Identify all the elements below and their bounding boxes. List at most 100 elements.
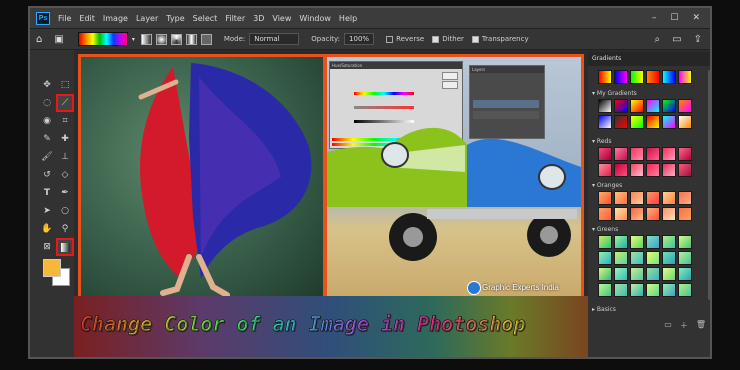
marquee-icon[interactable]: ⬚	[58, 78, 72, 92]
gradient-preset[interactable]	[630, 235, 644, 249]
gradient-preset[interactable]	[614, 207, 628, 221]
gradient-preset[interactable]	[614, 99, 628, 113]
gradient-preset[interactable]	[598, 283, 612, 297]
gradient-preset[interactable]	[598, 235, 612, 249]
gradient-icon[interactable]	[56, 238, 74, 256]
gradient-preset[interactable]	[678, 235, 692, 249]
maximize-button[interactable]: ☐	[670, 13, 678, 23]
angle-gradient-icon[interactable]	[170, 33, 182, 45]
dither-checkbox[interactable]: Dither	[432, 35, 464, 43]
gradient-preset[interactable]	[630, 163, 644, 177]
gradient-preset[interactable]	[614, 191, 628, 205]
gradient-preset[interactable]	[598, 70, 612, 84]
gradient-preset[interactable]	[614, 147, 628, 161]
gradient-preset[interactable]	[662, 191, 676, 205]
gradient-preset[interactable]	[614, 267, 628, 281]
gradient-preset[interactable]	[662, 163, 676, 177]
gradient-preset[interactable]	[614, 283, 628, 297]
history-brush-icon[interactable]: ↺	[40, 168, 54, 182]
gradient-preset[interactable]	[646, 235, 660, 249]
gradient-preset[interactable]	[646, 251, 660, 265]
gradient-preset[interactable]	[678, 267, 692, 281]
group-basics[interactable]: ▸ Basics	[592, 306, 616, 313]
diamond-gradient-icon[interactable]	[200, 33, 212, 45]
menu-edit[interactable]: Edit	[79, 14, 95, 23]
hand-icon[interactable]: ✋	[40, 222, 54, 236]
search-icon[interactable]: ⌕	[655, 34, 661, 45]
menu-type[interactable]: Type	[166, 14, 184, 23]
gradient-preset[interactable]	[614, 251, 628, 265]
transparency-checkbox[interactable]: Transparency	[471, 35, 529, 43]
chevron-down-icon[interactable]: ▾	[132, 36, 135, 43]
trash-icon[interactable]: 🗑	[696, 320, 706, 334]
gradient-preset[interactable]	[630, 283, 644, 297]
gradient-preset[interactable]	[662, 70, 676, 84]
gradient-preset[interactable]	[662, 207, 676, 221]
gradient-preset[interactable]	[630, 267, 644, 281]
group-reds[interactable]: ▾ Reds	[592, 138, 611, 145]
workspace-icon[interactable]: ▭	[672, 34, 681, 45]
gradient-preset[interactable]	[678, 207, 692, 221]
menu-help[interactable]: Help	[339, 14, 357, 23]
eraser-icon[interactable]: ◇	[58, 168, 72, 182]
gradient-preset[interactable]	[630, 147, 644, 161]
tab-gradients[interactable]: Gradients	[588, 52, 710, 66]
menu-window[interactable]: Window	[299, 14, 331, 23]
mode-select[interactable]: Normal	[249, 33, 300, 45]
menu-3d[interactable]: 3D	[253, 14, 264, 23]
tool-preset-icon[interactable]: ▣	[54, 34, 63, 45]
zoom-icon[interactable]: ⚲	[58, 222, 72, 236]
gradient-preset[interactable]	[678, 251, 692, 265]
gradient-preset[interactable]	[646, 207, 660, 221]
home-icon[interactable]: ⌂	[36, 34, 42, 45]
shape-icon[interactable]: ○	[58, 204, 72, 218]
gradient-preset[interactable]	[662, 283, 676, 297]
quick-select-icon[interactable]: ◉	[40, 114, 54, 128]
gradient-swatch[interactable]	[77, 32, 128, 46]
share-icon[interactable]: ⇪	[694, 34, 702, 45]
menu-file[interactable]: File	[58, 14, 71, 23]
gradient-preset[interactable]	[646, 99, 660, 113]
menu-select[interactable]: Select	[193, 14, 218, 23]
gradient-preset[interactable]	[614, 235, 628, 249]
type-icon[interactable]: T	[40, 186, 54, 200]
group-greens[interactable]: ▾ Greens	[592, 226, 618, 233]
pen-icon[interactable]: ✒	[58, 186, 72, 200]
crop-icon[interactable]: ⌗	[58, 114, 72, 128]
gradient-preset[interactable]	[646, 147, 660, 161]
gradient-preset[interactable]	[678, 115, 692, 129]
gradient-preset[interactable]	[614, 115, 628, 129]
close-button[interactable]: ✕	[692, 13, 700, 23]
gradient-preset[interactable]	[598, 191, 612, 205]
gradient-preset[interactable]	[662, 115, 676, 129]
gradient-preset[interactable]	[598, 251, 612, 265]
gradient-preset[interactable]	[646, 163, 660, 177]
path-select-icon[interactable]: ➤	[40, 204, 54, 218]
group-my-gradients[interactable]: ▾ My Gradients	[592, 90, 637, 97]
gradient-preset[interactable]	[630, 191, 644, 205]
menu-layer[interactable]: Layer	[136, 14, 158, 23]
gradient-preset[interactable]	[662, 147, 676, 161]
gradient-preset[interactable]	[646, 191, 660, 205]
gradient-preset[interactable]	[662, 267, 676, 281]
opacity-input[interactable]: 100%	[344, 33, 375, 45]
menu-image[interactable]: Image	[103, 14, 128, 23]
gradient-preset[interactable]	[598, 207, 612, 221]
frame-icon[interactable]: ⊠	[40, 240, 54, 254]
reverse-checkbox[interactable]: Reverse	[386, 35, 424, 43]
panel-scrollbar[interactable]	[708, 70, 710, 300]
gradient-preset[interactable]	[678, 191, 692, 205]
gradient-preset[interactable]	[630, 70, 644, 84]
reflected-gradient-icon[interactable]	[185, 33, 197, 45]
gradient-preset[interactable]	[678, 99, 692, 113]
gradient-preset[interactable]	[630, 115, 644, 129]
foreground-color-swatch[interactable]	[43, 259, 61, 277]
gradient-preset[interactable]	[598, 115, 612, 129]
gradient-preset[interactable]	[662, 99, 676, 113]
gradient-preset[interactable]	[678, 283, 692, 297]
gradient-preset[interactable]	[646, 70, 660, 84]
linear-gradient-icon[interactable]	[140, 33, 152, 45]
gradient-preset[interactable]	[678, 70, 692, 84]
gradient-preset[interactable]	[598, 147, 612, 161]
eyedropper-icon[interactable]: ✎	[40, 132, 54, 146]
